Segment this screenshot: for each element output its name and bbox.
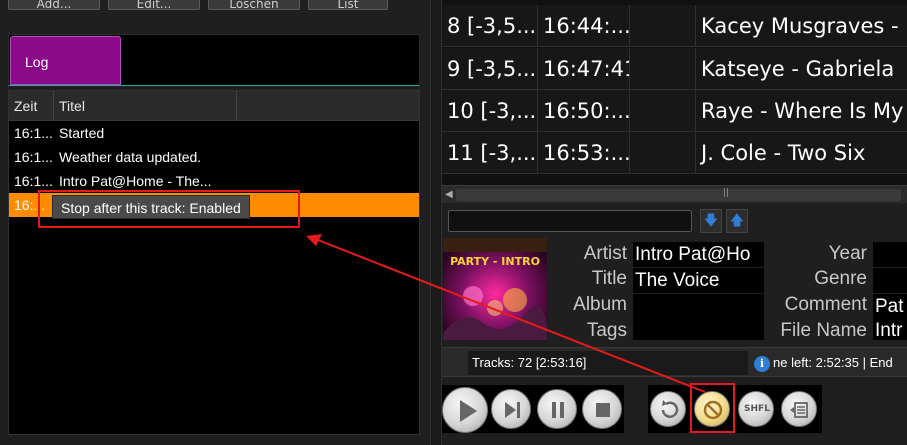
highlight-box-stop-after-track	[690, 383, 735, 433]
transport-controls	[442, 385, 624, 433]
time-left-status: i ne left: 2:52:35 | End	[754, 351, 907, 375]
shuffle-icon: SHFL	[744, 404, 770, 414]
playlist-row-spacer	[630, 5, 696, 47]
stop-button[interactable]	[582, 389, 622, 429]
list-button[interactable]: List	[308, 0, 388, 11]
log-row-time: 16:1...	[14, 125, 53, 141]
playlist-row-number: 10 [-3,...	[442, 90, 538, 132]
comment-label: Comment	[784, 294, 867, 315]
playlist-row[interactable]: 11 [-3,... 16:53:... J. Cole - Two Six	[442, 132, 907, 174]
arrow-up-icon: 🡅	[729, 213, 745, 229]
playlist-horizontal-scrollbar[interactable]: ◀ ||	[442, 185, 907, 203]
comment-value: Pat	[873, 294, 907, 319]
pause-button[interactable]	[537, 389, 577, 429]
pane-splitter[interactable]	[430, 0, 442, 445]
log-row-title: Started	[59, 125, 105, 141]
time-left-text: ne left: 2:52:35 | End	[773, 355, 893, 370]
info-icon: i	[754, 355, 770, 372]
playlist-row[interactable]: 9 [-3,5... 16:47:41 Katseye - Gabriela	[442, 48, 907, 90]
scrollbar-thumb[interactable]	[456, 189, 901, 201]
play-button[interactable]	[442, 387, 488, 433]
album-cover: PARTY - INTRO	[443, 238, 547, 340]
move-down-button[interactable]: 🡇	[700, 209, 722, 233]
log-row[interactable]: 16:1... Started	[9, 121, 419, 145]
log-row-time: 16:1...	[14, 149, 53, 165]
genre-label: Genre	[814, 268, 867, 289]
album-cover-art: PARTY - INTRO	[443, 238, 547, 340]
playlist-row-title: J. Cole - Two Six	[701, 141, 866, 165]
file-name-label: File Name	[780, 320, 867, 341]
log-table: Zeit Titel 16:1... Started 16:1... Weath…	[8, 90, 420, 435]
artist-label: Artist	[583, 243, 627, 264]
artist-value: Intro Pat@Ho	[633, 242, 764, 267]
arrow-down-icon: 🡇	[703, 213, 719, 229]
play-icon	[460, 400, 477, 422]
left-pane: Add... Edit... Löschen List Log Zeit Tit…	[0, 0, 430, 445]
move-up-button[interactable]: 🡅	[726, 209, 748, 233]
title-label: Title	[591, 268, 627, 289]
repeat-button[interactable]	[650, 391, 686, 427]
status-bar: Tracks: 72 [2:53:16] i ne left: 2:52:35 |…	[442, 347, 907, 377]
album-value	[633, 294, 764, 319]
year-value	[873, 242, 907, 267]
scrollbar-grip-icon: ||	[723, 188, 730, 198]
pause-icon	[552, 402, 564, 418]
repeat-icon	[661, 400, 679, 418]
playlist-row-time: 16:47:41	[538, 48, 630, 90]
edit-button[interactable]: Edit...	[108, 0, 200, 11]
stop-icon	[596, 403, 610, 417]
log-row-title: Weather data updated.	[59, 149, 202, 165]
shuffle-button[interactable]: SHFL	[738, 391, 774, 427]
playlist-icon	[790, 402, 808, 418]
playlist-row-number: 11 [-3,...	[442, 132, 538, 174]
delete-button[interactable]: Löschen	[208, 0, 300, 11]
title-value: The Voice	[633, 268, 764, 293]
playlist-row[interactable]: 8 [-3,5... 16:44:... Kacey Musgraves -	[442, 5, 907, 47]
log-header: Zeit Titel	[9, 91, 419, 121]
playlist-table: 8 [-3,5... 16:44:... Kacey Musgraves - 9…	[442, 0, 907, 185]
add-button[interactable]: Add...	[8, 0, 100, 11]
playlist-row-spacer	[630, 132, 696, 174]
column-zeit[interactable]: Zeit	[9, 91, 54, 121]
playlist-row-title: Katseye - Gabriela	[701, 57, 895, 81]
highlight-box-tooltip	[38, 190, 300, 228]
playlist-row[interactable]: 10 [-3,... 16:50:... Raye - Where Is My	[442, 90, 907, 132]
playlist-row-spacer	[630, 48, 696, 90]
file-name-value: Intr	[873, 318, 907, 340]
right-pane: 8 [-3,5... 16:44:... Kacey Musgraves - 9…	[442, 0, 907, 445]
playlist-row-number: 9 [-3,5...	[442, 48, 538, 90]
tab-strip: Log	[8, 34, 420, 86]
column-titel[interactable]: Titel	[54, 91, 237, 121]
log-row[interactable]: 16:1... Weather data updated.	[9, 145, 419, 169]
tags-label: Tags	[586, 320, 627, 341]
playlist-row-time: 16:44:...	[538, 5, 630, 47]
year-label: Year	[828, 243, 867, 264]
tags-value	[633, 318, 764, 340]
next-icon	[505, 402, 520, 418]
playlist-row-number: 8 [-3,5...	[442, 5, 538, 47]
playlist-row-time: 16:53:...	[538, 132, 630, 174]
album-label: Album	[573, 294, 627, 315]
playlist-row-title: Kacey Musgraves -	[701, 14, 899, 38]
playlist-row-title: Raye - Where Is My	[701, 99, 904, 123]
playlist-row-spacer	[630, 90, 696, 132]
search-input[interactable]	[448, 210, 692, 232]
track-count-status: Tracks: 72 [2:53:16]	[468, 351, 748, 375]
playlist-button[interactable]	[781, 391, 817, 427]
genre-value	[873, 268, 907, 293]
playback-mode-controls: SHFL	[648, 385, 822, 433]
tab-log[interactable]: Log	[10, 36, 121, 85]
cover-title-text: PARTY - INTRO	[450, 255, 540, 268]
playlist-row-time: 16:50:...	[538, 90, 630, 132]
next-button[interactable]	[491, 389, 531, 429]
scroll-left-icon[interactable]: ◀	[445, 189, 453, 200]
